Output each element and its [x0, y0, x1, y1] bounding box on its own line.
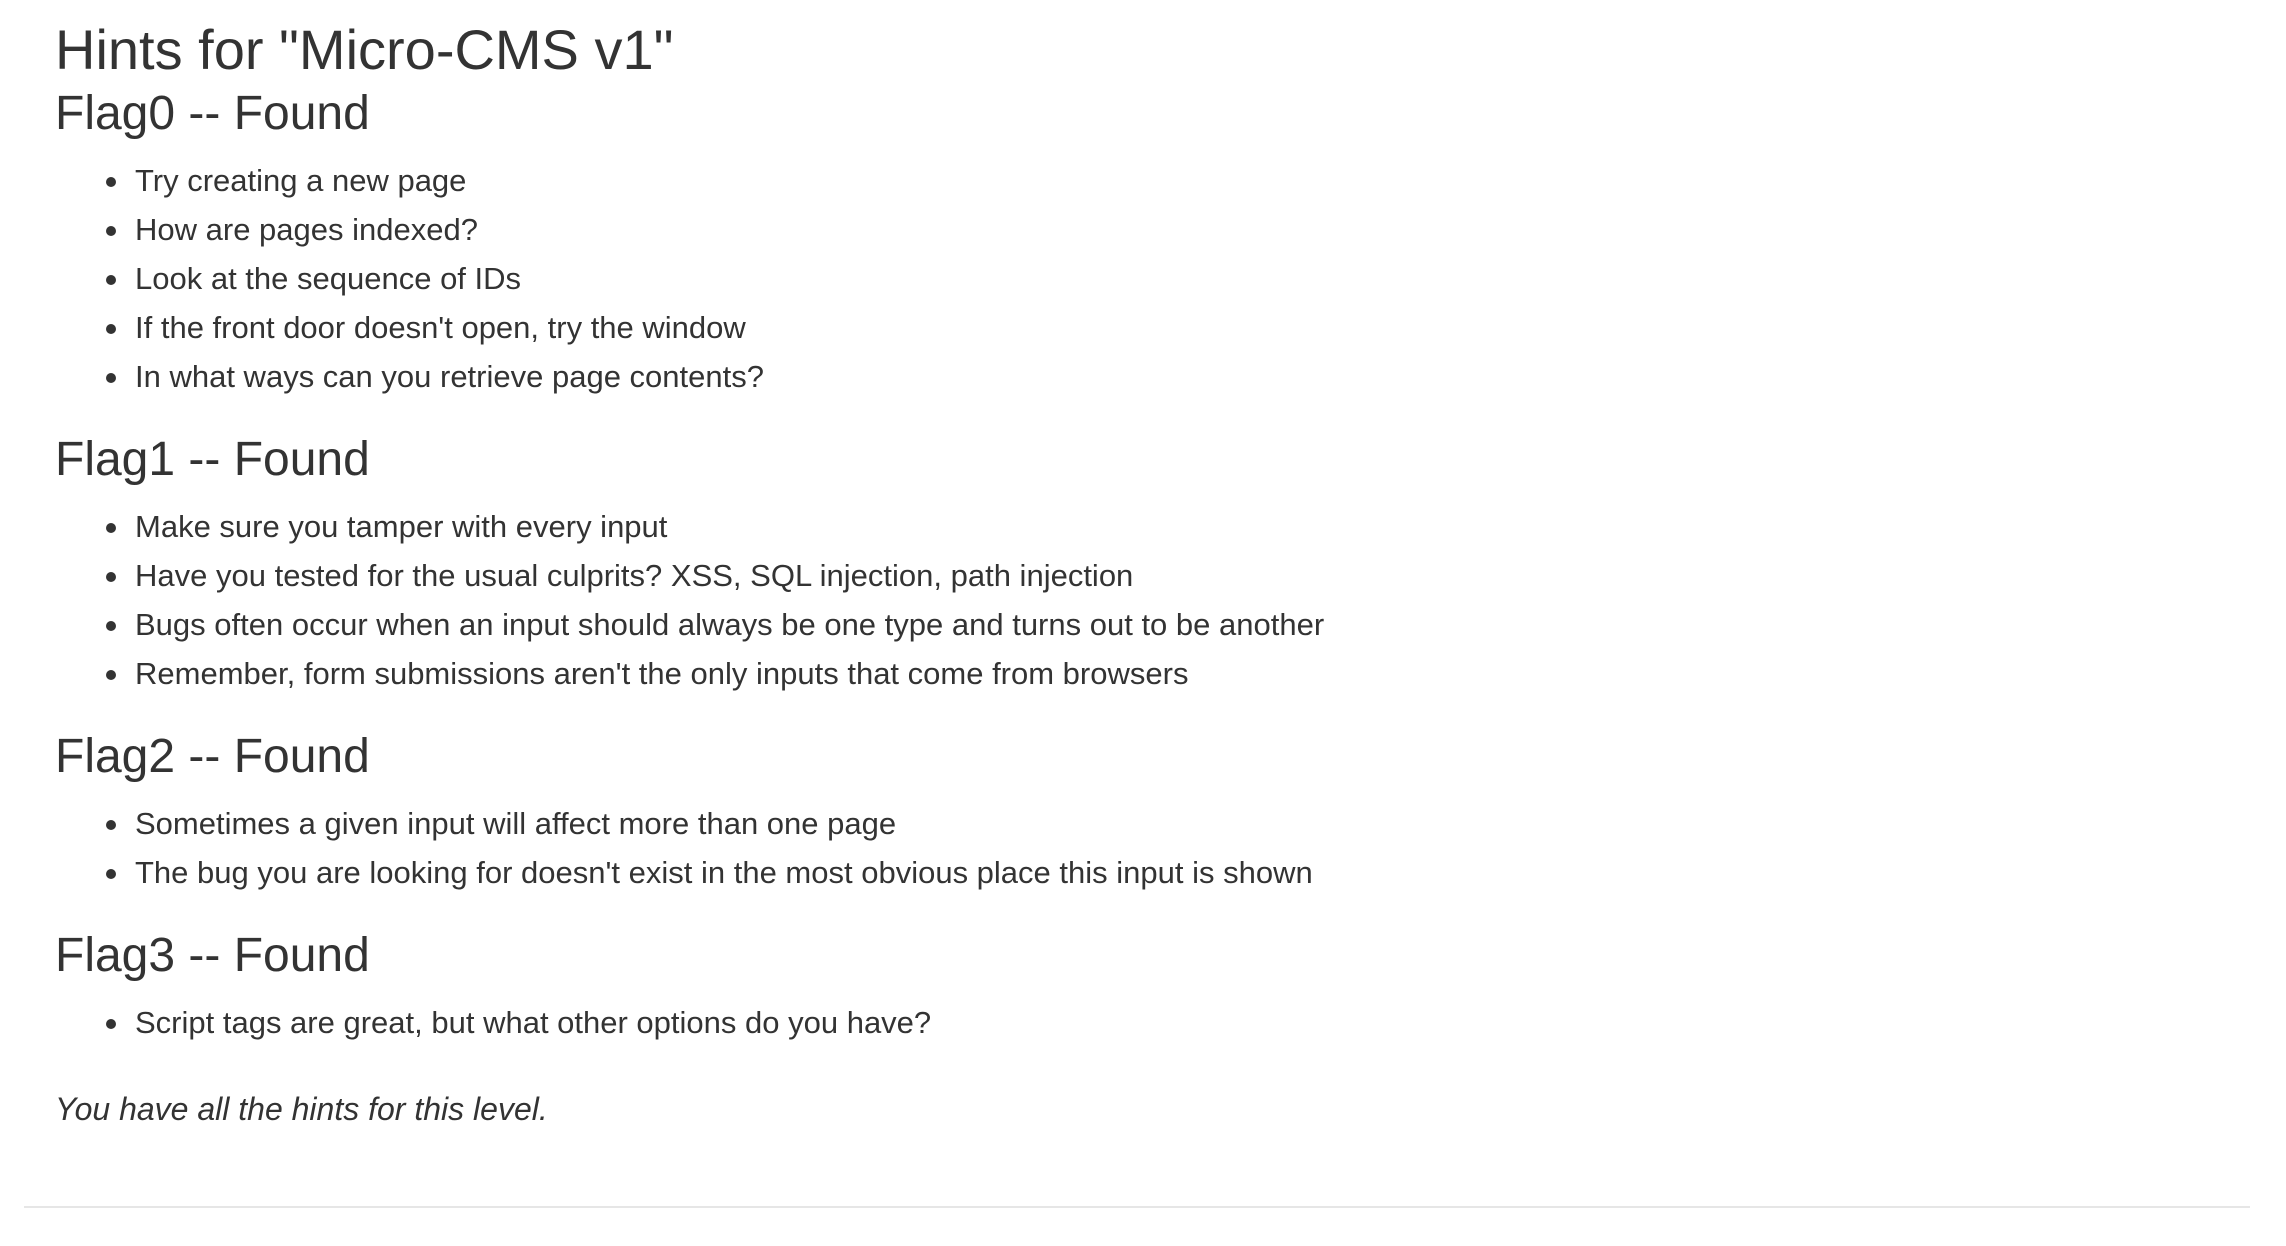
hint-text: Look at the sequence of IDs [135, 261, 522, 296]
hint-list: Try creating a new page How are pages in… [55, 156, 2255, 401]
bullet-icon [106, 572, 116, 582]
hints-page: Hints for "Micro-CMS v1" Flag0 -- Found … [0, 0, 2286, 1246]
hint-text: Have you tested for the usual culprits? … [135, 558, 1134, 593]
hint-text: Sometimes a given input will affect more… [135, 806, 897, 841]
flag-heading: Flag3 -- Found [55, 929, 370, 982]
flag-section-flag3: Flag3 -- Found Script tags are great, bu… [55, 926, 2255, 1047]
bullet-icon [106, 1019, 116, 1029]
hint-item: Have you tested for the usual culprits? … [55, 551, 2255, 600]
hint-text: Script tags are great, but what other op… [135, 1005, 932, 1040]
flag-heading: Flag2 -- Found [55, 730, 370, 783]
flag-section-flag1: Flag1 -- Found Make sure you tamper with… [55, 430, 2255, 698]
bullet-icon [106, 523, 116, 533]
hint-list: Script tags are great, but what other op… [55, 998, 2255, 1047]
flag-heading: Flag1 -- Found [55, 433, 370, 486]
hint-item: Bugs often occur when an input should al… [55, 600, 2255, 649]
flag-heading: Flag0 -- Found [55, 87, 370, 140]
hint-item: The bug you are looking for doesn't exis… [55, 848, 2255, 897]
hints-content: Hints for "Micro-CMS v1" Flag0 -- Found … [55, 14, 2255, 1131]
hint-text: If the front door doesn't open, try the … [135, 310, 746, 345]
hint-item: Try creating a new page [55, 156, 2255, 205]
hint-list: Sometimes a given input will affect more… [55, 799, 2255, 897]
bullet-icon [106, 373, 116, 383]
hint-text: In what ways can you retrieve page conte… [135, 359, 764, 394]
flag-section-flag0: Flag0 -- Found Try creating a new page H… [55, 84, 2255, 401]
hint-text: Remember, form submissions aren't the on… [135, 656, 1189, 691]
hint-item: In what ways can you retrieve page conte… [55, 352, 2255, 401]
flag-section-flag2: Flag2 -- Found Sometimes a given input w… [55, 727, 2255, 897]
all-hints-note: You have all the hints for this level. [55, 1091, 548, 1127]
hint-text: How are pages indexed? [135, 212, 478, 247]
hint-item: Look at the sequence of IDs [55, 254, 2255, 303]
hint-item: Sometimes a given input will affect more… [55, 799, 2255, 848]
hint-text: Make sure you tamper with every input [135, 509, 668, 544]
bottom-divider [24, 1206, 2250, 1208]
hint-item: If the front door doesn't open, try the … [55, 303, 2255, 352]
hint-item: Make sure you tamper with every input [55, 502, 2255, 551]
bullet-icon [106, 177, 116, 187]
bullet-icon [106, 324, 116, 334]
bullet-icon [106, 621, 116, 631]
hint-text: Try creating a new page [135, 163, 467, 198]
bullet-icon [106, 226, 116, 236]
page-title: Hints for "Micro-CMS v1" [55, 18, 674, 81]
hint-list: Make sure you tamper with every input Ha… [55, 502, 2255, 698]
hint-text: The bug you are looking for doesn't exis… [135, 855, 1313, 890]
bullet-icon [106, 820, 116, 830]
bullet-icon [106, 869, 116, 879]
hint-text: Bugs often occur when an input should al… [135, 607, 1325, 642]
hint-item: Script tags are great, but what other op… [55, 998, 2255, 1047]
bullet-icon [106, 275, 116, 285]
hint-item: Remember, form submissions aren't the on… [55, 649, 2255, 698]
bullet-icon [106, 670, 116, 680]
hint-item: How are pages indexed? [55, 205, 2255, 254]
